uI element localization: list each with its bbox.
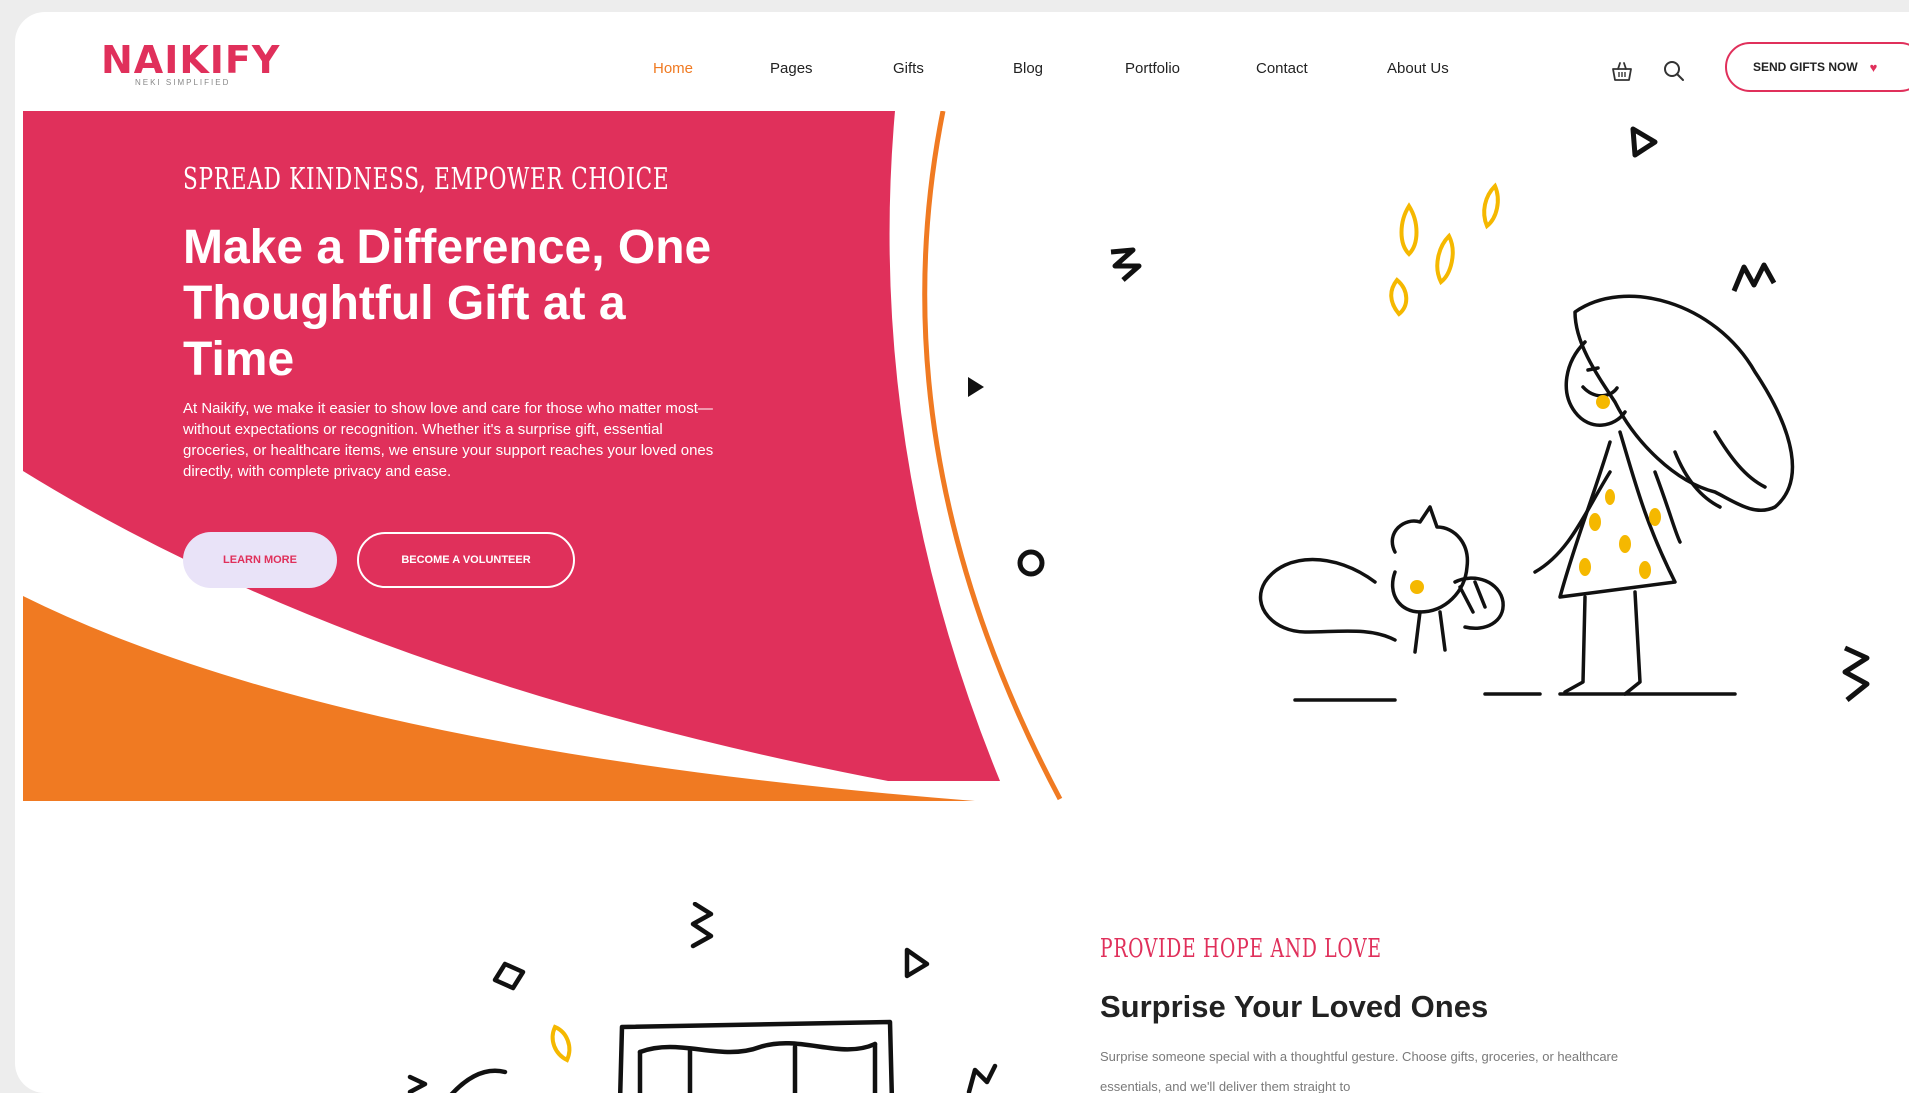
zigzag-doodle-icon (1110, 247, 1142, 282)
basket-icon[interactable] (1609, 58, 1635, 84)
triangle-doodle-icon (1630, 126, 1658, 158)
section-eyebrow: PROVIDE HOPE AND LOVE (1100, 934, 1382, 964)
heart-icon: ♥ (1869, 59, 1878, 75)
send-gifts-label: SEND GIFTS NOW (1753, 60, 1858, 74)
send-gifts-button[interactable]: SEND GIFTS NOW ♥ (1725, 42, 1909, 92)
nav-item-gifts[interactable]: Gifts (893, 60, 924, 77)
nav-item-about-us[interactable]: About Us (1387, 60, 1449, 77)
play-doodle-icon (968, 377, 984, 397)
section-description: Surprise someone special with a thoughtf… (1100, 1049, 1619, 1093)
nav-item-home[interactable]: Home (653, 60, 693, 77)
logo[interactable]: NAIKIFY NEKI SIMPLIFIED (101, 40, 280, 87)
page-frame: NAIKIFY NEKI SIMPLIFIED Home Pages Gifts… (15, 12, 1909, 1093)
become-volunteer-button[interactable]: BECOME A VOLUNTEER (357, 532, 575, 588)
search-icon[interactable] (1661, 58, 1687, 84)
section-title: Surprise Your Loved Ones (1100, 989, 1489, 1024)
learn-more-button[interactable]: LEARN MORE (183, 532, 337, 588)
nav-item-pages[interactable]: Pages (770, 60, 813, 77)
logo-text: NAIKIFY (101, 38, 281, 82)
nav-item-portfolio[interactable]: Portfolio (1125, 60, 1180, 77)
hero-description: At Naikify, we make it easier to show lo… (183, 400, 714, 480)
hero-eyebrow: SPREAD KINDNESS, EMPOWER CHOICE (183, 162, 670, 197)
window-doodle-illustration (407, 902, 998, 1093)
girl-and-squirrel-illustration (1258, 294, 1795, 702)
hero-title: Make a Difference, One Thoughtful Gift a… (183, 221, 712, 386)
circle-doodle-icon (1017, 549, 1045, 577)
nav-item-blog[interactable]: Blog (1013, 60, 1043, 77)
nav-item-contact[interactable]: Contact (1256, 60, 1308, 77)
